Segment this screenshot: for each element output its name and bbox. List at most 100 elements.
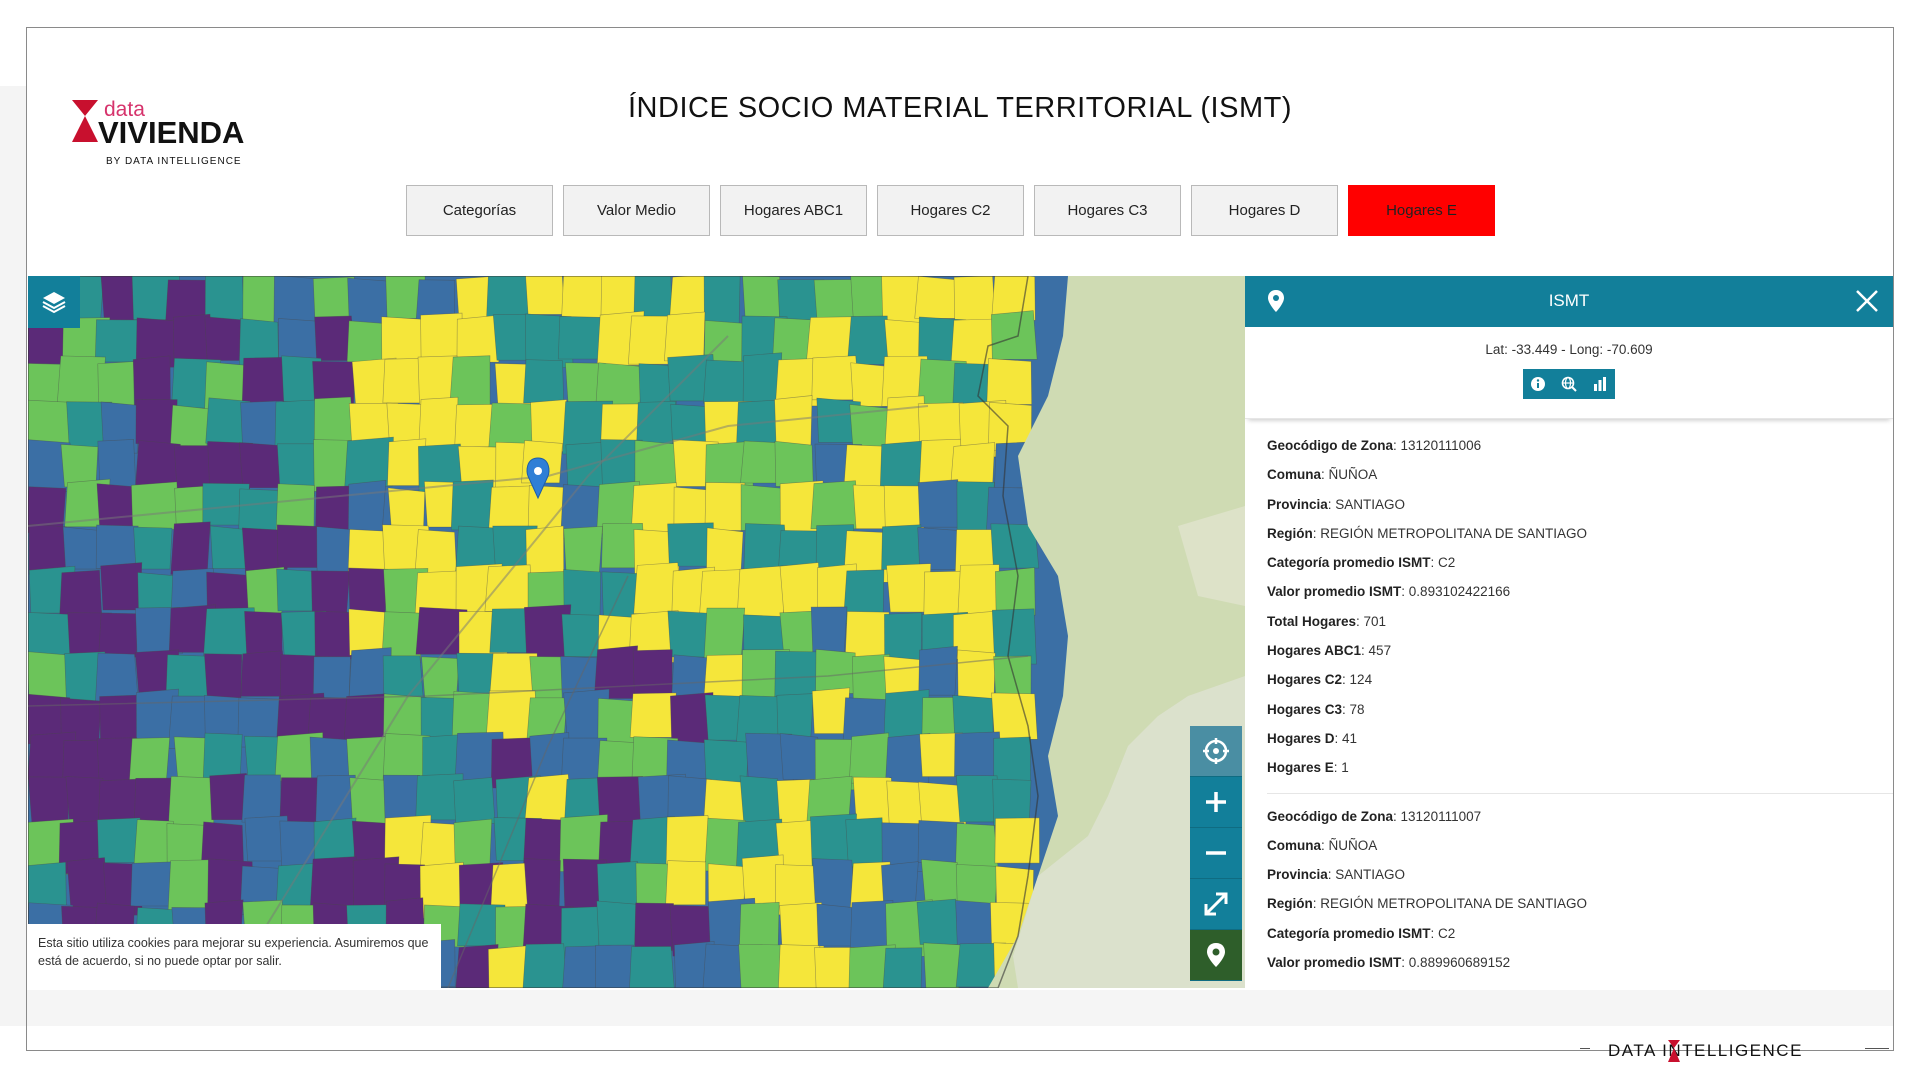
map-zone-polygon[interactable] [923,570,963,617]
map-zone-polygon[interactable] [955,900,994,950]
map-zone-polygon[interactable] [241,774,282,823]
map-zone-polygon[interactable] [204,316,246,361]
map-zone-polygon[interactable] [778,944,821,988]
map-zone-polygon[interactable] [522,943,568,988]
tab-categorias[interactable]: Categorías [406,185,553,236]
map-zone-polygon[interactable] [128,737,171,783]
map-zone-polygon[interactable] [918,645,958,696]
map-zone-polygon[interactable] [240,650,287,697]
map-zone-polygon[interactable] [882,947,923,988]
map-zone-polygon[interactable] [881,524,923,570]
map-zone-polygon[interactable] [65,776,104,824]
map-zone-polygon[interactable] [28,776,69,826]
map-zone-polygon[interactable] [923,942,962,988]
tab-hogares-c2[interactable]: Hogares C2 [877,185,1024,236]
map-zone-polygon[interactable] [347,479,387,532]
map-zone-polygon[interactable] [916,898,959,945]
map-zone-polygon[interactable] [525,276,566,315]
map-zone-polygon[interactable] [100,562,143,611]
zoom-out-button[interactable] [1190,828,1242,879]
map-zone-polygon[interactable] [168,775,215,828]
map-zone-polygon[interactable] [97,361,135,407]
map-zone-polygon[interactable] [488,402,538,448]
tab-hogares-d[interactable]: Hogares D [1191,185,1338,236]
map-zone-polygon[interactable] [450,479,494,531]
zoom-in-button[interactable] [1190,777,1242,828]
map-zone-polygon[interactable] [244,611,283,658]
map-zone-polygon[interactable] [629,692,677,738]
map-zone-polygon[interactable] [920,859,960,903]
map-zone-polygon[interactable] [28,861,67,908]
map-zone-polygon[interactable] [703,276,741,324]
map-zone-polygon[interactable] [595,944,634,988]
map-zone-polygon[interactable] [28,523,68,575]
map-zone-polygon[interactable] [276,568,316,612]
map-zone-polygon[interactable] [276,524,319,568]
map-zone-polygon[interactable] [955,822,999,869]
chart-icon[interactable] [1592,376,1608,392]
map-zone-polygon[interactable] [66,857,108,911]
map-zone-polygon[interactable] [917,479,962,528]
map-zone-polygon[interactable] [561,276,603,321]
map-zone-polygon[interactable] [382,655,424,700]
tab-hogares-abc1[interactable]: Hogares ABC1 [720,185,867,236]
choropleth-map[interactable] [28,276,1245,988]
map-zone-polygon[interactable] [845,817,885,867]
map-zone-polygon[interactable] [420,312,463,362]
map-zone-polygon[interactable] [98,612,141,658]
map-zone-polygon[interactable] [957,564,1000,616]
map-zone-polygon[interactable] [774,440,814,487]
map-zone-polygon[interactable] [97,817,141,863]
map-zone-polygon[interactable] [816,903,857,947]
map-zone-polygon[interactable] [665,815,713,869]
map-zone-polygon[interactable] [131,481,180,530]
close-icon[interactable] [1855,289,1879,313]
map-zone-polygon[interactable] [310,856,359,906]
map-zone-polygon[interactable] [739,775,781,826]
map-zone-polygon[interactable] [629,946,675,988]
fullscreen-button[interactable] [1190,879,1242,930]
map-zone-polygon[interactable] [387,487,426,531]
tab-hogares-e[interactable]: Hogares E [1348,185,1495,236]
map-zone-polygon[interactable] [810,480,859,530]
map-zone-polygon[interactable] [95,524,139,569]
map-zone-polygon[interactable] [812,858,855,908]
map-zone-polygon[interactable] [703,607,746,660]
map-zone-polygon[interactable] [94,319,143,363]
map-zone-polygon[interactable] [523,858,561,910]
map-zone-polygon[interactable] [453,777,496,824]
map-zone-polygon[interactable] [664,311,706,362]
map-zone-polygon[interactable] [489,608,530,653]
map-zone-polygon[interactable] [59,569,103,617]
locate-button[interactable] [1190,726,1242,777]
map-zone-polygon[interactable] [204,653,243,703]
globe-search-icon[interactable] [1561,376,1577,392]
map-zone-polygon[interactable] [991,310,1038,360]
info-icon[interactable] [1530,376,1546,392]
map-zone-polygon[interactable] [632,649,673,697]
map-zone-polygon[interactable] [28,612,74,656]
map-zone-polygon[interactable] [848,732,891,784]
map-zone-polygon[interactable] [955,775,999,823]
map-zone-polygon[interactable] [557,316,604,360]
map-zone-polygon[interactable] [344,436,394,487]
map-zone-polygon[interactable] [815,649,856,694]
tab-hogares-c3[interactable]: Hogares C3 [1034,185,1181,236]
map-zone-polygon[interactable] [563,525,603,577]
map-zone-polygon[interactable] [348,567,389,616]
map-zone-polygon[interactable] [523,359,565,404]
map-zone-polygon[interactable] [311,570,350,614]
map-zone-polygon[interactable] [634,902,674,951]
map-zone-polygon[interactable] [665,860,706,906]
map-zone-polygon[interactable] [994,567,1036,616]
map-zone-polygon[interactable] [488,485,533,533]
map-zone-polygon[interactable] [957,649,996,704]
map-zone-polygon[interactable] [986,358,1033,405]
map-zone-polygon[interactable] [274,399,321,451]
map-zone-polygon[interactable] [313,396,355,444]
marker-button[interactable] [1190,930,1242,981]
map-zone-polygon[interactable] [273,276,319,326]
layers-button[interactable] [28,276,80,328]
map-zone-polygon[interactable] [170,521,211,575]
map-zone-polygon[interactable] [914,276,959,319]
